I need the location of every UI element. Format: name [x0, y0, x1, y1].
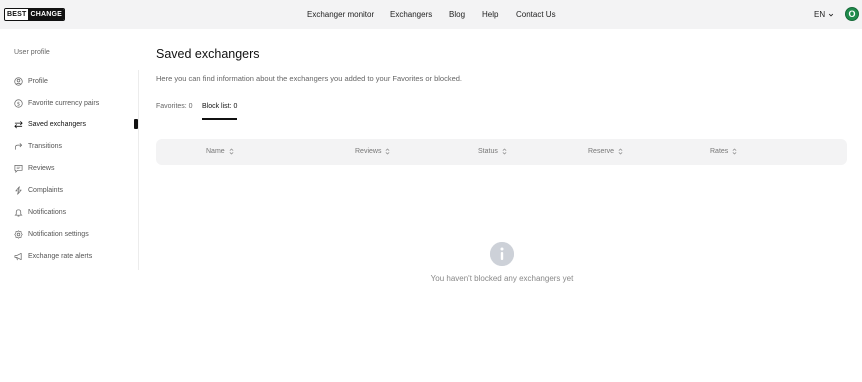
logo-part-change: CHANGE [28, 9, 65, 20]
column-label: Name [206, 148, 225, 155]
tab-block-list[interactable]: Block list: 0 [202, 103, 237, 110]
share-arrow-icon [14, 142, 23, 151]
chat-bubble-icon [14, 164, 23, 173]
sidebar-divider [138, 70, 139, 270]
sidebar-item-saved-exchangers[interactable]: Saved exchangers [14, 118, 86, 130]
sidebar-item-notifications[interactable]: Notifications [14, 206, 66, 218]
sort-icon [618, 148, 623, 155]
sidebar-item-label: Reviews [28, 164, 55, 172]
language-selector[interactable]: EN [814, 10, 834, 19]
sidebar-item-label: Favorite currency pairs [28, 99, 100, 107]
column-header-reserve[interactable]: Reserve [588, 148, 623, 155]
language-label: EN [814, 10, 826, 19]
nav-blog[interactable]: Blog [449, 10, 465, 19]
sidebar-item-label: Complaints [28, 186, 64, 194]
avatar[interactable]: O [845, 7, 859, 21]
lightning-icon [14, 185, 23, 195]
sidebar-item-label: Transitions [28, 142, 62, 150]
logo-part-best: BEST [5, 9, 29, 20]
column-header-reviews[interactable]: Reviews [355, 148, 390, 155]
sidebar-item-complaints[interactable]: Complaints [14, 184, 63, 196]
sidebar-item-favorite-currency-pairs[interactable]: $ Favorite currency pairs [14, 97, 99, 109]
bell-icon [14, 208, 23, 217]
sidebar-title: User profile [14, 49, 50, 56]
megaphone-icon [14, 252, 23, 261]
sort-icon [732, 148, 737, 155]
sidebar-item-profile[interactable]: Profile [14, 75, 48, 87]
sidebar-item-label: Saved exchangers [28, 120, 86, 128]
page-description: Here you can find information about the … [156, 74, 463, 83]
sidebar-item-label: Exchange rate alerts [28, 252, 93, 260]
page-title: Saved exchangers [156, 47, 260, 61]
column-header-rates[interactable]: Rates [710, 148, 737, 155]
chevron-down-icon [829, 13, 834, 17]
bestchange-logo[interactable]: BEST CHANGE [4, 8, 66, 21]
nav-exchangers[interactable]: Exchangers [390, 10, 432, 19]
active-tab-underline [202, 118, 237, 120]
column-header-status[interactable]: Status [478, 148, 507, 155]
sort-icon [386, 148, 390, 155]
sidebar-item-exchange-rate-alerts[interactable]: Exchange rate alerts [14, 250, 92, 262]
nav-help[interactable]: Help [482, 10, 498, 19]
column-header-name[interactable]: Name [206, 148, 234, 155]
info-icon [490, 242, 514, 266]
column-label: Reviews [355, 148, 382, 155]
svg-text:$: $ [17, 101, 20, 107]
column-label: Rates [710, 148, 729, 155]
top-navigation-bar: BEST CHANGE Exchanger monitor Exchangers… [0, 0, 862, 29]
sidebar-item-reviews[interactable]: Reviews [14, 162, 54, 174]
arrows-swap-icon [14, 120, 23, 129]
sidebar-item-notification-settings[interactable]: Notification settings [14, 228, 89, 240]
sidebar-item-transitions[interactable]: Transitions [14, 140, 62, 152]
user-circle-icon [14, 76, 23, 86]
empty-state-message: You haven't blocked any exchangers yet [430, 274, 574, 283]
column-label: Reserve [588, 148, 615, 155]
sidebar-item-label: Notifications [28, 208, 67, 216]
tab-favorites[interactable]: Favorites: 0 [156, 103, 193, 110]
nav-contact-us[interactable]: Contact Us [516, 10, 556, 19]
nav-exchanger-monitor[interactable]: Exchanger monitor [307, 10, 374, 19]
sort-icon [502, 148, 507, 155]
dollar-circle-icon: $ [14, 98, 23, 108]
gear-icon [14, 229, 23, 239]
column-label: Status [478, 148, 498, 155]
sidebar-item-label: Profile [28, 77, 48, 85]
sidebar-item-label: Notification settings [28, 230, 89, 238]
table-header: Name Reviews Status Reserve Rates [156, 139, 847, 165]
sort-icon [229, 148, 234, 155]
